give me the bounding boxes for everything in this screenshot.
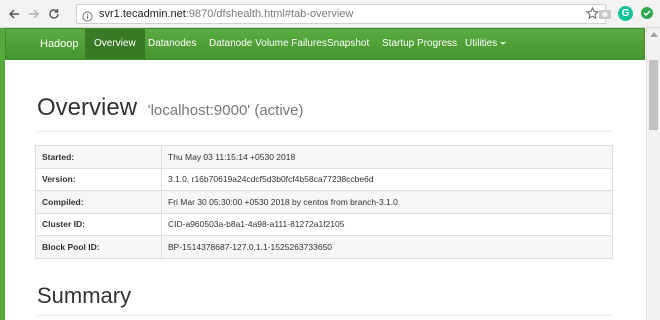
table-row: Version: 3.1.0, r16b70619a24cdcf5d3b0fcf… (35, 167, 613, 191)
tab-utilities[interactable]: Utilities (457, 29, 514, 59)
info-icon[interactable] (82, 9, 93, 27)
row-key: Version: (35, 167, 162, 191)
back-arrow-icon[interactable] (6, 6, 22, 22)
overview-heading: Overview 'localhost:9000' (active) (37, 94, 304, 122)
navbar-brand[interactable]: Hadoop (24, 29, 93, 59)
forward-arrow-icon[interactable] (26, 6, 42, 22)
row-value: BP-1514378687-127.0.1.1-1525263733650 (161, 235, 613, 259)
row-value: Fri Mar 30 05:30:00 +0530 2018 by centos… (161, 190, 613, 214)
scroll-thumb[interactable] (649, 60, 658, 130)
camera-extension-icon[interactable] (598, 7, 612, 21)
utilities-label: Utilities (465, 38, 498, 49)
tab-datanodes[interactable]: Datanodes (140, 29, 204, 59)
divider (37, 315, 613, 316)
browser-toolbar: svr1.tecadmin.net:9870/dfshealth.html#ta… (0, 0, 660, 28)
summary-heading: Summary (37, 283, 132, 308)
row-key: Compiled: (35, 190, 162, 214)
reload-icon[interactable] (46, 6, 62, 22)
table-row: Cluster ID: CID-a960503a-b8a1-4a98-a111-… (35, 212, 613, 236)
table-row: Started: Thu May 03 11:15:14 +0530 2018 (35, 145, 613, 169)
table-row: Compiled: Fri Mar 30 05:30:00 +0530 2018… (35, 190, 613, 214)
green-extension-icon[interactable] (640, 6, 654, 20)
row-key: Block Pool ID: (35, 235, 162, 259)
divider (37, 131, 613, 132)
row-value: 3.1.0, r16b70619a24cdcf5d3b0fcf4b58ca772… (161, 167, 613, 191)
row-value: CID-a960503a-b8a1-4a98-a111-81272a1f2105 (161, 212, 613, 236)
tab-startup-progress[interactable]: Startup Progress (374, 29, 465, 59)
chevron-down-icon (500, 41, 507, 45)
url-host: svr1.tecadmin.net (99, 8, 186, 20)
row-value: Thu May 03 11:15:14 +0530 2018 (161, 145, 613, 169)
page-scrollbar[interactable] (646, 28, 660, 320)
address-bar[interactable]: svr1.tecadmin.net:9870/dfshealth.html#ta… (76, 4, 606, 24)
overview-table: Started: Thu May 03 11:15:14 +0530 2018 … (35, 145, 613, 259)
row-key: Started: (35, 145, 162, 169)
tab-snapshot[interactable]: Snapshot (319, 29, 377, 59)
tab-datanode-volume-failures[interactable]: Datanode Volume Failures (201, 29, 335, 59)
url-path: :9870/dfshealth.html#tab-overview (185, 8, 354, 20)
hadoop-navbar: Hadoop Overview Datanodes Datanode Volum… (5, 28, 645, 60)
overview-title: Overview (37, 94, 138, 121)
tab-overview[interactable]: Overview (85, 29, 145, 59)
url-text: svr1.tecadmin.net:9870/dfshealth.html#ta… (99, 8, 353, 21)
overview-subtitle: 'localhost:9000' (active) (147, 102, 304, 119)
scroll-up-arrow-icon[interactable] (650, 32, 658, 37)
table-row: Block Pool ID: BP-1514378687-127.0.1.1-1… (35, 235, 613, 259)
row-key: Cluster ID: (35, 212, 162, 236)
left-edge (0, 28, 5, 320)
grammarly-extension-icon[interactable]: G (618, 6, 633, 21)
